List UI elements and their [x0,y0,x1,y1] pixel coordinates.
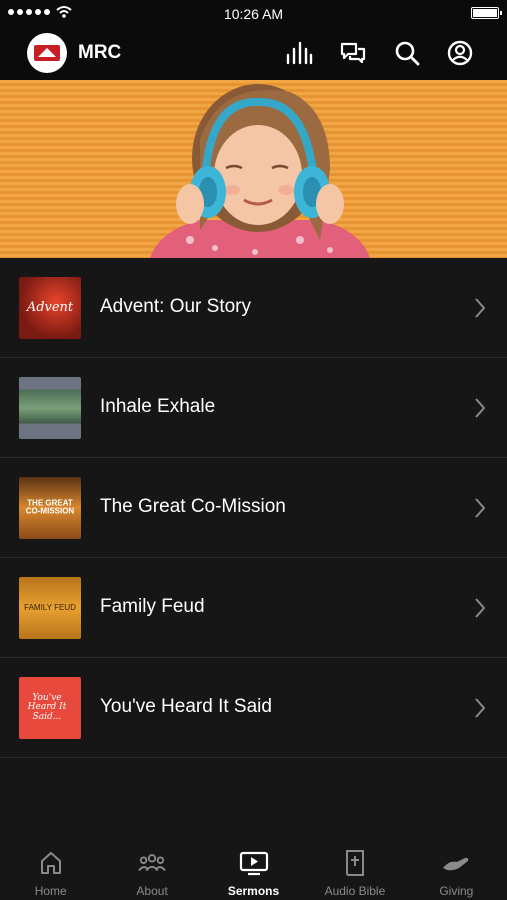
tab-label: Giving [439,884,474,898]
profile-icon[interactable] [446,39,474,67]
hero-banner-image [0,80,507,258]
sermon-title: Family Feud [100,596,205,617]
chevron-right-icon [475,698,486,718]
sermon-row-family-feud[interactable]: FAMILY FEUD Family Feud [0,558,507,658]
sermon-thumbnail: FAMILY FEUD [19,577,81,639]
tab-about[interactable]: About [101,838,202,900]
sermon-row-inhale-exhale[interactable]: Inhale Exhale [0,358,507,458]
tab-sermons[interactable]: Sermons [203,838,304,900]
play-screen-icon [239,850,269,876]
sermon-title: Advent: Our Story [100,296,252,317]
tab-label: Audio Bible [324,884,386,898]
tab-home[interactable]: Home [0,838,101,900]
tab-label: About [136,884,168,898]
app-title: MRC [78,42,122,63]
sermon-row-great-co-mission[interactable]: THE GREAT CO-MISSION The Great Co-Missio… [0,458,507,558]
tab-label: Sermons [227,884,280,898]
sermon-thumbnail [19,377,81,439]
sermon-thumbnail: Advent [19,277,81,339]
sermon-thumbnail: THE GREAT CO-MISSION [19,477,81,539]
status-bar: 10:26 AM [0,0,507,26]
tab-giving[interactable]: Giving [406,838,507,900]
sermon-thumbnail: You've Heard It Said... [19,677,81,739]
sermon-title: Inhale Exhale [100,396,216,417]
giving-hand-icon [441,850,471,876]
sermon-series-list: Advent Advent: Our Story Inhale Exhale T… [0,258,507,758]
church-logo[interactable] [27,33,67,73]
sermon-row-advent[interactable]: Advent Advent: Our Story [0,258,507,358]
status-time: 10:26 AM [223,6,284,22]
chevron-right-icon [475,598,486,618]
chevron-right-icon [475,498,486,518]
sermon-row-youve-heard-it-said[interactable]: You've Heard It Said... You've Heard It … [0,658,507,758]
tab-label: Home [34,884,67,898]
sermon-title: You've Heard It Said [100,696,272,717]
app-header: MRC [0,26,507,80]
chevron-right-icon [475,398,486,418]
equalizer-icon[interactable] [285,39,313,67]
people-icon [137,850,167,876]
chat-icon[interactable] [339,39,367,67]
sermon-title: The Great Co-Mission [100,496,286,517]
bible-icon [340,850,370,876]
tab-audio-bible[interactable]: Audio Bible [304,838,405,900]
girl-with-headphones-illustration [150,84,370,258]
search-icon[interactable] [393,39,421,67]
battery-icon [471,7,502,19]
bottom-tab-bar: Home About Sermons Audio Bible Giving [0,838,507,900]
chevron-right-icon [475,298,486,318]
home-icon [36,850,66,876]
